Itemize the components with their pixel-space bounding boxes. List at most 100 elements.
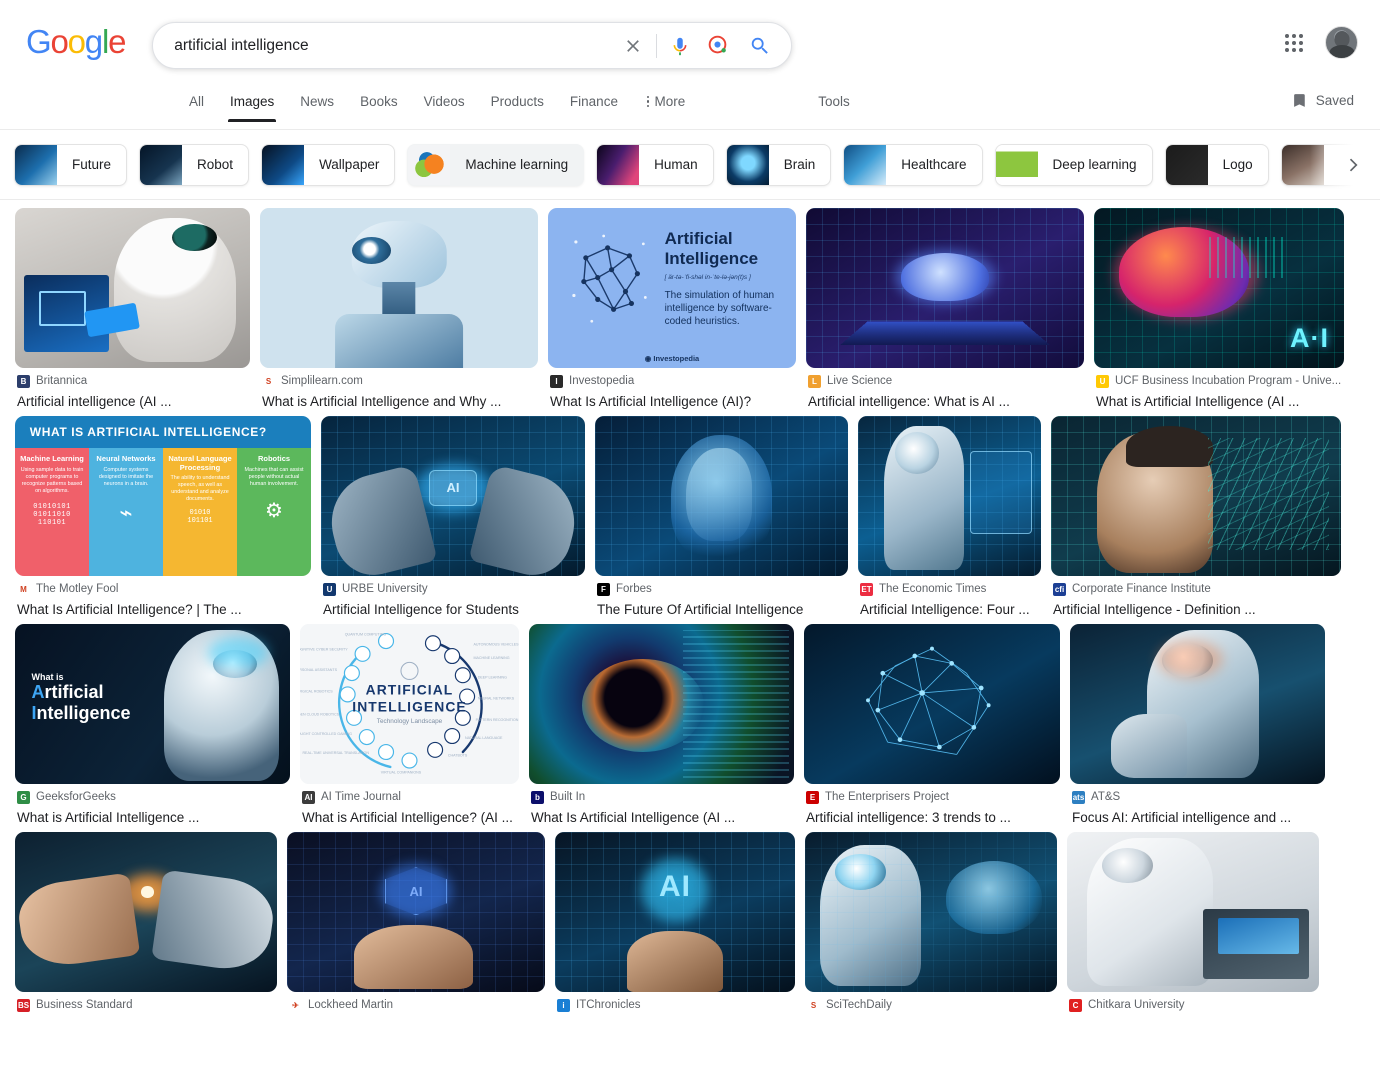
result-thumbnail[interactable] — [804, 624, 1060, 784]
image-result-card[interactable]: AI U URBE University Artificial Intelligen… — [316, 416, 590, 620]
result-thumbnail[interactable] — [529, 624, 794, 784]
filter-chip-future[interactable]: Future — [14, 143, 128, 186]
result-title[interactable]: What Is Artificial Intelligence (AI ... — [531, 808, 792, 828]
source-name: SciTechDaily — [826, 999, 892, 1011]
image-result-card[interactable]: ET The Economic Times Artificial Intellige… — [853, 416, 1046, 620]
result-meta: i ITChronicles — [555, 992, 795, 1013]
result-source: B Britannica — [17, 374, 248, 389]
result-thumbnail[interactable] — [1051, 416, 1341, 576]
result-meta: ats AT&S Focus AI: Artificial intelligence… — [1070, 784, 1325, 828]
google-logo[interactable]: Google — [26, 22, 126, 62]
search-box[interactable] — [152, 22, 793, 69]
image-result-card[interactable]: AUTONOMOUS VEHICLES MACHINE LEARNING DEEP… — [295, 624, 524, 828]
source-favicon-icon: AI — [302, 791, 315, 804]
image-result-card[interactable]: b Built In What Is Artificial Intelligence… — [524, 624, 799, 828]
tab-all[interactable]: All — [176, 88, 217, 122]
result-title[interactable]: Artificial intelligence (AI ... — [17, 392, 248, 412]
tab-books[interactable]: Books — [347, 88, 411, 122]
tab-images[interactable]: Images — [217, 88, 287, 122]
clear-search-icon[interactable] — [618, 31, 648, 61]
filter-chip-human[interactable]: Human — [596, 143, 714, 186]
result-thumbnail[interactable]: AI — [321, 416, 585, 576]
result-thumbnail[interactable]: AUTONOMOUS VEHICLES MACHINE LEARNING DEEP… — [300, 624, 519, 784]
source-name: ITChronicles — [576, 999, 641, 1011]
chips-next-button[interactable] — [1336, 147, 1370, 182]
account-avatar[interactable] — [1325, 26, 1358, 59]
result-thumbnail[interactable] — [1070, 624, 1325, 784]
filter-chip-healthcare[interactable]: Healthcare — [843, 143, 983, 186]
result-title[interactable]: Artificial Intelligence: Four ... — [860, 600, 1039, 620]
saved-button[interactable]: Saved — [1292, 92, 1354, 109]
image-result-card[interactable]: Artificial Intelligence [ är-tə-ˈfi-shəl … — [543, 208, 801, 412]
result-title[interactable]: The Future Of Artificial Intelligence — [597, 600, 846, 620]
microphone-icon[interactable] — [667, 31, 693, 61]
tab-products[interactable]: Products — [478, 88, 557, 122]
tab-products-label: Products — [490, 94, 544, 109]
result-title[interactable]: What is Artificial Intelligence (AI ... — [1096, 392, 1342, 412]
image-result-card[interactable]: E The Enterprisers Project Artificial inte… — [799, 624, 1065, 828]
result-thumbnail[interactable]: Artificial Intelligence [ är-tə-ˈfi-shəl … — [548, 208, 796, 368]
svg-text:PATTERN RECOGNITION: PATTERN RECOGNITION — [476, 718, 519, 722]
search-submit-icon[interactable] — [745, 31, 775, 61]
result-thumbnail[interactable] — [595, 416, 848, 576]
image-result-card[interactable]: WHAT IS ARTIFICIAL INTELLIGENCE? Machine… — [10, 416, 316, 620]
image-result-card[interactable]: F Forbes The Future Of Artificial Intellig… — [590, 416, 853, 620]
result-meta: C Chitkara University — [1067, 992, 1319, 1013]
result-title[interactable]: What Is Artificial Intelligence (AI)? — [550, 392, 794, 412]
image-result-card[interactable]: AI ✈ Lockheed Martin — [282, 832, 550, 1013]
result-meta: U UCF Business Incubation Program - Unive… — [1094, 368, 1344, 412]
tools-button[interactable]: Tools — [806, 88, 862, 115]
result-title[interactable]: Artificial Intelligence - Definition ... — [1053, 600, 1339, 620]
result-thumbnail[interactable] — [806, 208, 1084, 368]
result-thumbnail[interactable] — [260, 208, 538, 368]
result-meta: BS Business Standard — [15, 992, 277, 1013]
filter-chip-logo[interactable]: Logo — [1164, 143, 1269, 186]
result-thumbnail[interactable]: AI — [555, 832, 795, 992]
image-result-card[interactable]: cfi Corporate Finance Institute Artificial… — [1046, 416, 1346, 620]
tab-finance[interactable]: Finance — [557, 88, 631, 122]
image-result-card[interactable]: C Chitkara University — [1062, 832, 1324, 1013]
result-title[interactable]: What is Artificial Intelligence ... — [17, 808, 288, 828]
image-result-card[interactable]: L Live Science Artificial intelligence: Wh… — [801, 208, 1089, 412]
result-title[interactable]: Artificial Intelligence for Students — [323, 600, 583, 620]
image-result-card[interactable]: BS Business Standard — [10, 832, 282, 1013]
result-title[interactable]: What is Artificial Intelligence? (AI ... — [302, 808, 517, 828]
result-thumbnail[interactable]: AI — [287, 832, 545, 992]
image-result-card[interactable]: A·I U UCF Business Incubation Program - Un… — [1089, 208, 1349, 412]
filter-chip-brain[interactable]: Brain — [725, 143, 832, 186]
image-result-card[interactable]: B Britannica Artificial intelligence (AI .… — [10, 208, 255, 412]
tab-news[interactable]: News — [287, 88, 347, 122]
result-title[interactable]: Artificial intelligence: What is AI ... — [808, 392, 1082, 412]
search-input[interactable] — [153, 36, 619, 55]
result-source: ✈ Lockheed Martin — [289, 998, 543, 1013]
result-thumbnail[interactable] — [15, 208, 250, 368]
result-thumbnail[interactable]: What is Artificial Intelligence — [15, 624, 290, 784]
result-meta: M The Motley Fool What Is Artificial Intel… — [15, 576, 311, 620]
image-result-card[interactable]: AI i ITChronicles — [550, 832, 800, 1013]
result-title[interactable]: What Is Artificial Intelligence? | The .… — [17, 600, 309, 620]
image-result-card[interactable]: What is Artificial Intelligence G Geeksfo… — [10, 624, 295, 828]
result-title[interactable]: Artificial intelligence: 3 trends to ... — [806, 808, 1058, 828]
image-result-card[interactable]: S Simplilearn.com What is Artificial Intel… — [255, 208, 543, 412]
result-title[interactable]: Focus AI: Artificial intelligence and ..… — [1072, 808, 1323, 828]
image-result-card[interactable]: S SciTechDaily — [800, 832, 1062, 1013]
google-apps-icon[interactable] — [1281, 30, 1307, 56]
result-title[interactable]: What is Artificial Intelligence and Why … — [262, 392, 536, 412]
svg-text:VIRTUAL COMPANIONS: VIRTUAL COMPANIONS — [381, 770, 422, 774]
filter-chip-robot[interactable]: Robot — [139, 143, 250, 186]
google-lens-icon[interactable] — [703, 31, 731, 61]
more-menu-button[interactable]: More — [631, 88, 698, 122]
image-result-card[interactable]: ats AT&S Focus AI: Artificial intelligence… — [1065, 624, 1330, 828]
result-thumbnail[interactable]: A·I — [1094, 208, 1344, 368]
filter-chip-machine-learning[interactable]: Machine learning — [407, 143, 585, 186]
result-thumbnail[interactable] — [15, 832, 277, 992]
result-thumbnail[interactable] — [1067, 832, 1319, 992]
result-thumbnail[interactable] — [805, 832, 1057, 992]
filter-chip-wallpaper[interactable]: Wallpaper — [261, 143, 396, 186]
result-source: b Built In — [531, 790, 792, 805]
result-thumbnail[interactable] — [858, 416, 1041, 576]
filter-chip-deep-learning[interactable]: Deep learning — [994, 143, 1153, 186]
result-thumbnail[interactable]: WHAT IS ARTIFICIAL INTELLIGENCE? Machine… — [15, 416, 311, 576]
result-source: E The Enterprisers Project — [806, 790, 1058, 805]
tab-videos[interactable]: Videos — [411, 88, 478, 122]
